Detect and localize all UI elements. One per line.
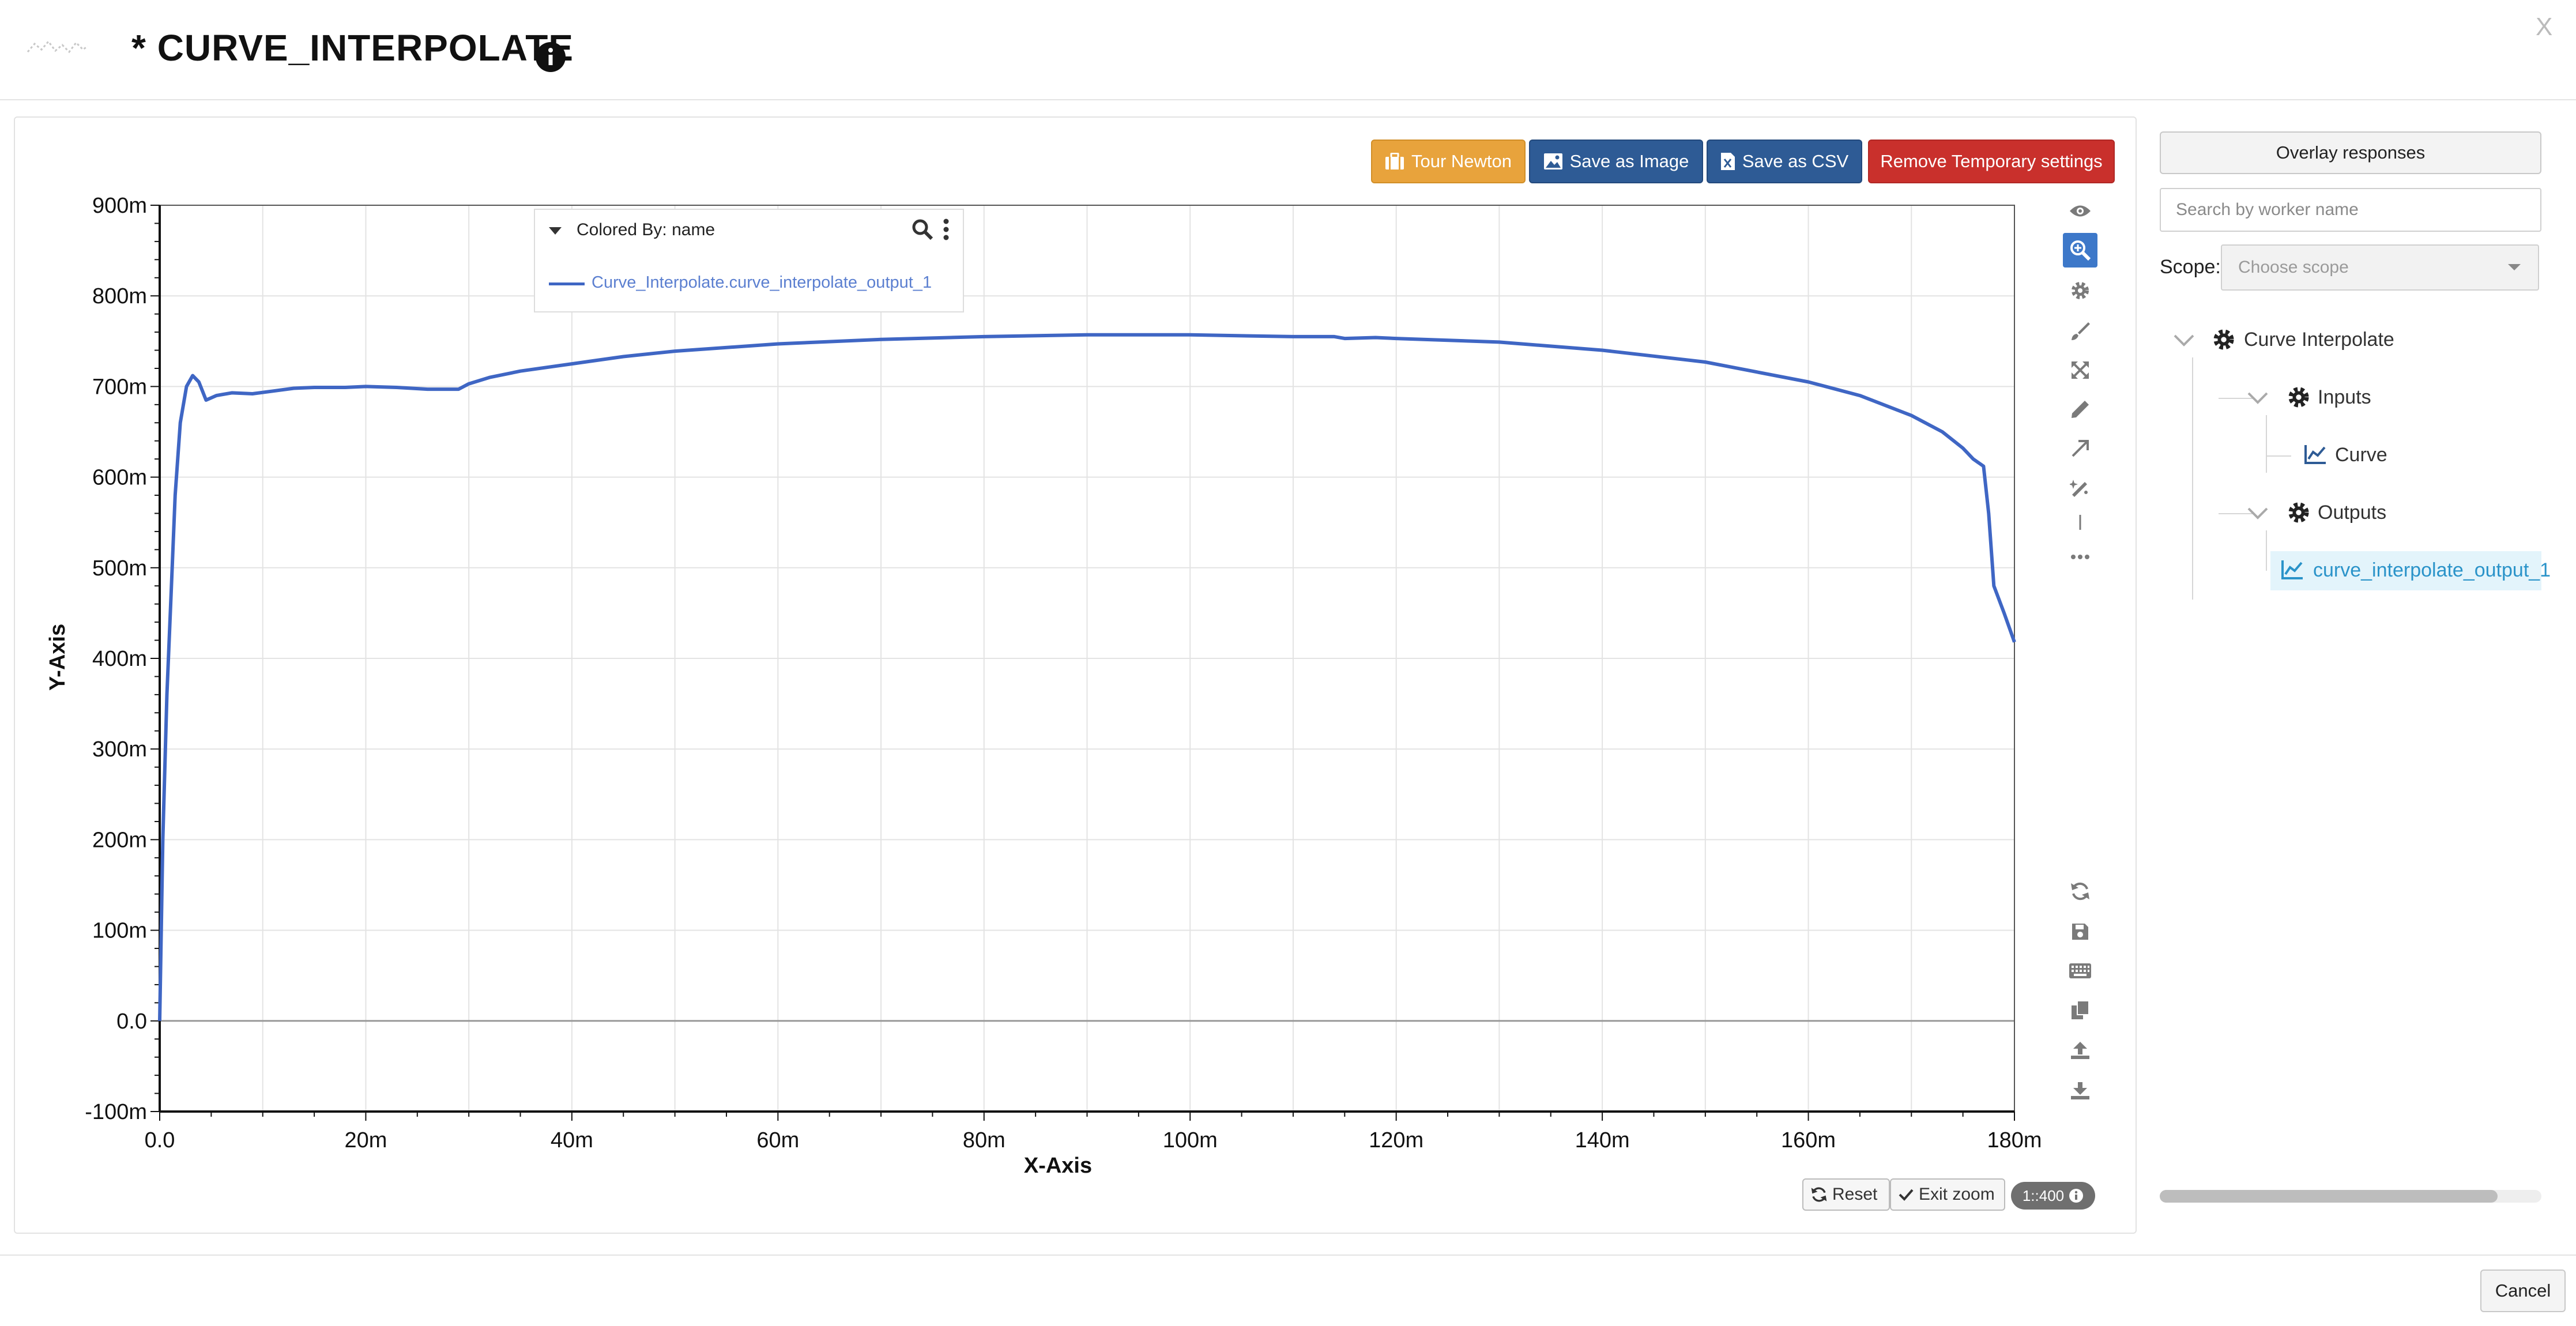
chevron-down-icon[interactable]: [2246, 505, 2269, 521]
scope-select[interactable]: Choose scope: [2221, 244, 2539, 291]
reset-zoom-button[interactable]: Reset: [1802, 1178, 1890, 1211]
x-tick-label: 0.0: [145, 1128, 175, 1152]
legend-title: Colored By: name: [577, 220, 715, 239]
copy-icon[interactable]: [2063, 993, 2097, 1027]
brush-icon[interactable]: [2063, 314, 2097, 348]
x-tick-label: 100m: [1163, 1128, 1218, 1152]
more-icon[interactable]: [2063, 540, 2097, 574]
cancel-button[interactable]: Cancel: [2480, 1270, 2566, 1312]
overlay-responses-label: Overlay responses: [2276, 142, 2426, 163]
legend-collapse-icon[interactable]: [549, 227, 562, 235]
scale-badge: 1::400: [2011, 1182, 2095, 1210]
y-tick-label: 300m: [92, 737, 147, 762]
gear-icon: [2213, 329, 2234, 350]
scrollbar-thumb[interactable]: [2160, 1190, 2498, 1203]
tree-output-item: curve_interpolate_output_1: [2313, 559, 2551, 581]
scope-label: Scope:: [2160, 256, 2221, 278]
arrow-icon[interactable]: [2063, 431, 2097, 466]
y-tick-labels: -100m 0.0 100m 200m 300m 400m 500m 600m 700m 800m…: [85, 194, 147, 1124]
x-tick-label: 80m: [963, 1128, 1005, 1152]
scope-placeholder: Choose scope: [2238, 258, 2349, 277]
y-tick-label: 700m: [92, 375, 147, 399]
chevron-down-icon: [2508, 264, 2521, 270]
line-chart[interactable]: -100m 0.0 100m 200m 300m 400m 500m 600m 700m 800m…: [0, 0, 2076, 1211]
x-axis-label: X-Axis: [1024, 1154, 1092, 1178]
close-button[interactable]: X: [2536, 13, 2552, 42]
gear-icon: [2288, 387, 2309, 408]
line-chart-icon: [2281, 560, 2303, 579]
y-tick-label: -100m: [85, 1100, 147, 1124]
y-tick-label: 200m: [92, 828, 147, 852]
upload-icon[interactable]: [2063, 1033, 2097, 1068]
tree-output-selected[interactable]: curve_interpolate_output_1: [2270, 551, 2551, 590]
y-tick-label: 800m: [92, 284, 147, 308]
axes: [150, 205, 2015, 1121]
y-tick-label: 400m: [92, 647, 147, 671]
chevron-down-icon[interactable]: [2246, 390, 2269, 406]
eye-icon[interactable]: [2063, 194, 2097, 228]
pencil-icon[interactable]: [2063, 392, 2097, 427]
y-tick-label: 600m: [92, 466, 147, 490]
save-icon[interactable]: [2063, 914, 2097, 949]
expand-icon[interactable]: [2063, 353, 2097, 387]
x-tick-label: 120m: [1369, 1128, 1423, 1152]
overlay-responses-button[interactable]: Overlay responses: [2160, 131, 2541, 174]
refresh-icon[interactable]: [2063, 874, 2097, 909]
y-tick-label: 0.0: [116, 1009, 147, 1034]
tree-guide: [2266, 530, 2267, 571]
tree-outputs-label[interactable]: Outputs: [2318, 502, 2386, 524]
tree-inputs-label[interactable]: Inputs: [2318, 386, 2371, 409]
exit-zoom-button[interactable]: Exit zoom: [1890, 1178, 2005, 1211]
tree-guide: [2192, 357, 2193, 600]
x-tick-label: 140m: [1575, 1128, 1630, 1152]
kebab-menu-icon[interactable]: [942, 218, 950, 241]
info-icon[interactable]: [2069, 1188, 2084, 1203]
tree-root-label[interactable]: Curve Interpolate: [2244, 329, 2394, 351]
y-axis-label: Y-Axis: [46, 624, 70, 691]
line-chart-icon: [2304, 445, 2326, 464]
zoom-in-icon[interactable]: [2063, 233, 2097, 268]
download-icon[interactable]: [2063, 1073, 2097, 1108]
worker-search-input[interactable]: [2160, 188, 2541, 232]
search-icon[interactable]: [911, 218, 934, 241]
tree-guide: [2266, 415, 2267, 473]
cancel-label: Cancel: [2495, 1280, 2551, 1301]
x-tick-label: 160m: [1781, 1128, 1836, 1152]
x-tick-label: 40m: [551, 1128, 593, 1152]
x-tick-label: 20m: [344, 1128, 387, 1152]
keyboard-icon[interactable]: [2063, 954, 2097, 988]
legend: Colored By: name Curve_Interpolate.curve…: [534, 209, 964, 312]
magic-icon[interactable]: [2063, 470, 2097, 505]
footer-divider: [0, 1255, 2576, 1256]
scale-label: 1::400: [2022, 1186, 2065, 1204]
x-tick-labels: 0.0 20m 40m 60m 80m 100m 120m 140m 160m 180m: [145, 1128, 2042, 1152]
x-tick-label: 180m: [1987, 1128, 2042, 1152]
y-tick-label: 100m: [92, 919, 147, 943]
refresh-icon: [1811, 1187, 1827, 1202]
line-icon[interactable]: [2063, 505, 2097, 540]
reset-zoom-label: Reset: [1832, 1185, 1878, 1204]
check-icon: [1899, 1189, 1914, 1201]
y-tick-label: 500m: [92, 556, 147, 581]
x-tick-label: 60m: [756, 1128, 799, 1152]
chevron-down-icon[interactable]: [2172, 332, 2195, 348]
y-tick-label: 900m: [92, 194, 147, 218]
legend-swatch: [549, 282, 585, 285]
legend-item[interactable]: Curve_Interpolate.curve_interpolate_outp…: [592, 273, 932, 292]
gear-icon: [2288, 502, 2309, 523]
tree-guide: [2266, 455, 2291, 457]
tree-input-curve[interactable]: Curve: [2335, 444, 2387, 466]
exit-zoom-label: Exit zoom: [1919, 1185, 1995, 1204]
gear-icon[interactable]: [2063, 273, 2097, 308]
